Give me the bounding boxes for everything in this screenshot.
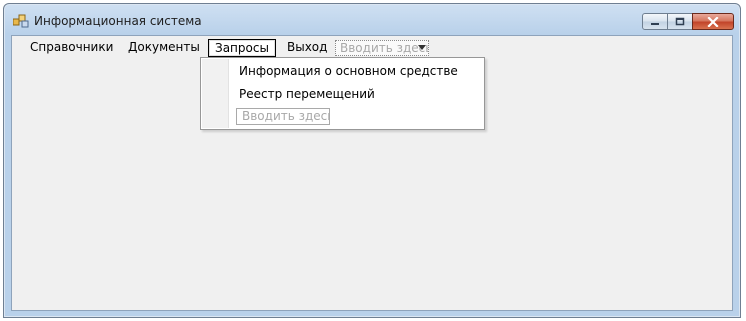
minimize-icon xyxy=(651,22,659,25)
menu-bar: Справочники Документы Запросы Выход Ввод… xyxy=(12,36,732,58)
menu-item-documents[interactable]: Документы xyxy=(122,39,206,57)
close-icon xyxy=(707,16,719,27)
minimize-button[interactable] xyxy=(642,13,668,30)
close-button[interactable] xyxy=(692,13,734,30)
title-bar[interactable]: Информационная система xyxy=(4,4,740,35)
menu-type-here-box[interactable]: Вводить здесь xyxy=(335,40,429,56)
dropdown-type-here-box[interactable]: Вводить здесь xyxy=(236,108,330,125)
menu-item-exit[interactable]: Выход xyxy=(281,39,333,57)
queries-dropdown-menu: Информация о основном средстве Реестр пе… xyxy=(200,57,485,130)
window-title: Информационная система xyxy=(34,14,202,28)
dropdown-icon-margin xyxy=(202,59,229,128)
menu-item-queries[interactable]: Запросы xyxy=(208,39,276,57)
menu-type-here-text: Вводить здесь xyxy=(340,41,429,55)
caption-buttons xyxy=(642,13,734,31)
main-window: Информационная система Справочники Докум… xyxy=(3,3,741,318)
chevron-down-icon[interactable] xyxy=(418,45,426,50)
maximize-button[interactable] xyxy=(667,13,693,30)
maximize-icon xyxy=(675,17,685,26)
dropdown-item-transfer-register[interactable]: Реестр перемещений xyxy=(239,85,375,103)
dropdown-item-asset-info[interactable]: Информация о основном средстве xyxy=(239,62,458,80)
menu-item-directories[interactable]: Справочники xyxy=(24,39,119,57)
app-icon[interactable] xyxy=(12,14,29,28)
